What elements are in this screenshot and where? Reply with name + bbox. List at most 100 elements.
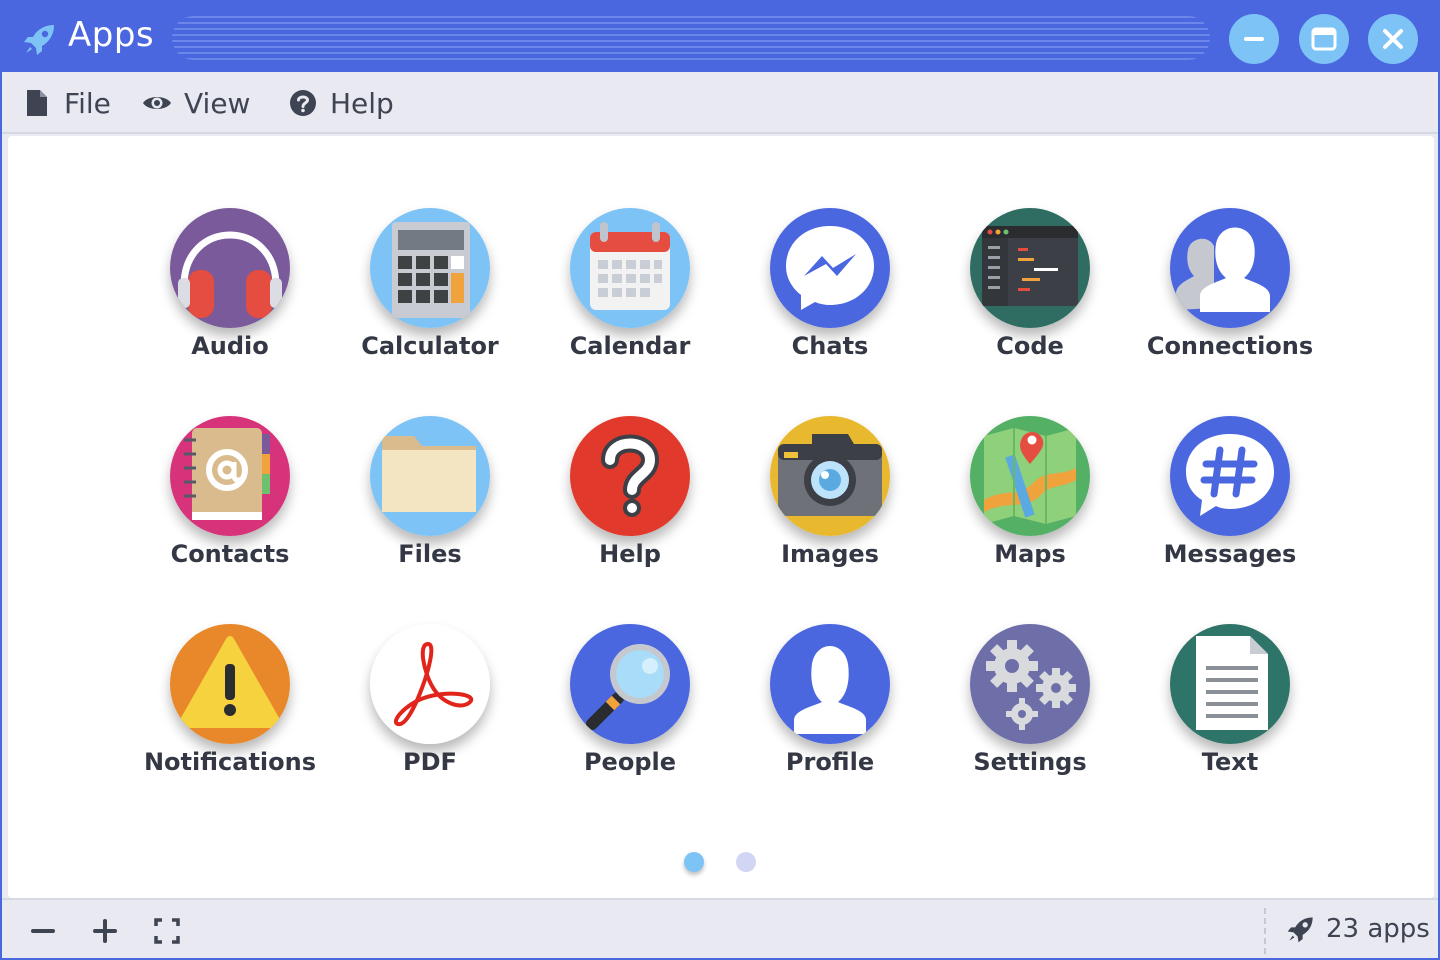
app-label: Audio (191, 332, 269, 360)
app-label: Settings (973, 748, 1087, 776)
app-notifications-badge (170, 624, 290, 744)
address-book-icon (170, 416, 290, 536)
app-text[interactable]: Text (1130, 624, 1330, 804)
app-label: Maps (994, 540, 1066, 568)
app-connections[interactable]: Connections (1130, 208, 1330, 388)
fullscreen-button[interactable] (150, 914, 184, 948)
app-label: PDF (403, 748, 457, 776)
app-calendar-badge (570, 208, 690, 328)
window-title: Apps (68, 15, 155, 55)
close-button[interactable] (1368, 14, 1418, 64)
menu-bar: File View Help (2, 72, 1438, 134)
fullscreen-icon (154, 918, 180, 944)
pdf-icon (370, 624, 490, 744)
menu-help-label: Help (330, 86, 394, 120)
minimize-button[interactable] (1229, 14, 1279, 64)
page-indicator (684, 852, 764, 872)
menu-help[interactable]: Help (288, 84, 394, 122)
users-icon (1170, 208, 1290, 328)
app-label: Help (599, 540, 661, 568)
minimize-icon (1244, 37, 1264, 41)
user-icon (770, 624, 890, 744)
app-notifications[interactable]: Notifications (130, 624, 330, 804)
app-contacts[interactable]: Contacts (130, 416, 330, 596)
app-count: 23 apps (1286, 914, 1430, 944)
app-people[interactable]: People (530, 624, 730, 804)
file-icon (27, 90, 47, 116)
warning-icon (170, 624, 290, 744)
app-label: Notifications (143, 748, 317, 776)
app-code-badge (970, 208, 1090, 328)
app-chats[interactable]: Chats (730, 208, 930, 388)
app-label: Images (781, 540, 879, 568)
app-label: Connections (1146, 332, 1314, 360)
app-window: Apps File View Help Audio Calculator Cal… (0, 0, 1440, 960)
app-messages[interactable]: Messages (1130, 416, 1330, 596)
calculator-icon (370, 208, 490, 328)
app-help-badge (570, 416, 690, 536)
app-profile[interactable]: Profile (730, 624, 930, 804)
close-icon (1383, 29, 1403, 49)
question-circle-icon (290, 90, 316, 116)
app-count-label: 23 apps (1326, 914, 1430, 944)
question-icon (570, 416, 690, 536)
app-connections-badge (1170, 208, 1290, 328)
page-dot-2[interactable] (736, 852, 756, 872)
title-drag-handle[interactable] (172, 16, 1210, 60)
status-bar: 23 apps (2, 898, 1438, 958)
app-label: Code (996, 332, 1064, 360)
app-pdf[interactable]: PDF (330, 624, 530, 804)
app-people-badge (570, 624, 690, 744)
app-text-badge (1170, 624, 1290, 744)
menu-view[interactable]: View (142, 84, 250, 122)
plus-icon (93, 919, 117, 943)
menu-file[interactable]: File (22, 84, 111, 122)
app-label: People (583, 748, 677, 776)
app-contacts-badge (170, 416, 290, 536)
app-files[interactable]: Files (330, 416, 530, 596)
app-pdf-badge (370, 624, 490, 744)
app-label: Profile (785, 748, 875, 776)
menu-file-label: File (64, 86, 111, 120)
app-calculator[interactable]: Calculator (330, 208, 530, 388)
app-calculator-badge (370, 208, 490, 328)
status-divider (1264, 908, 1266, 954)
messenger-icon (770, 208, 890, 328)
gears-icon (970, 624, 1090, 744)
app-label: Files (398, 540, 462, 568)
rocket-icon (1287, 917, 1313, 943)
app-audio[interactable]: Audio (130, 208, 330, 388)
app-settings-badge (970, 624, 1090, 744)
app-settings[interactable]: Settings (930, 624, 1130, 804)
maximize-icon (1311, 27, 1337, 51)
app-images-badge (770, 416, 890, 536)
headphones-icon (170, 208, 290, 328)
app-calendar[interactable]: Calendar (530, 208, 730, 388)
rocket-icon (24, 25, 54, 55)
calendar-icon (570, 208, 690, 328)
maximize-button[interactable] (1299, 14, 1349, 64)
app-maps[interactable]: Maps (930, 416, 1130, 596)
zoom-out-button[interactable] (26, 914, 60, 948)
eye-icon (143, 97, 171, 109)
app-audio-badge (170, 208, 290, 328)
minus-icon (31, 929, 55, 933)
menu-view-label: View (184, 86, 251, 120)
app-label: Messages (1163, 540, 1297, 568)
folder-icon (370, 416, 490, 536)
app-images[interactable]: Images (730, 416, 930, 596)
app-code[interactable]: Code (930, 208, 1130, 388)
app-grid: Audio Calculator Calendar Chats Code Con… (8, 136, 1434, 898)
app-profile-badge (770, 624, 890, 744)
code-editor-icon (970, 208, 1090, 328)
app-help[interactable]: Help (530, 416, 730, 596)
app-label: Text (1201, 748, 1259, 776)
zoom-in-button[interactable] (88, 914, 122, 948)
title-bar[interactable]: Apps (2, 2, 1438, 72)
app-label: Calculator (361, 332, 499, 360)
app-label: Contacts (170, 540, 290, 568)
page-dot-1[interactable] (684, 852, 704, 872)
document-icon (1170, 624, 1290, 744)
app-label: Chats (791, 332, 869, 360)
app-files-badge (370, 416, 490, 536)
